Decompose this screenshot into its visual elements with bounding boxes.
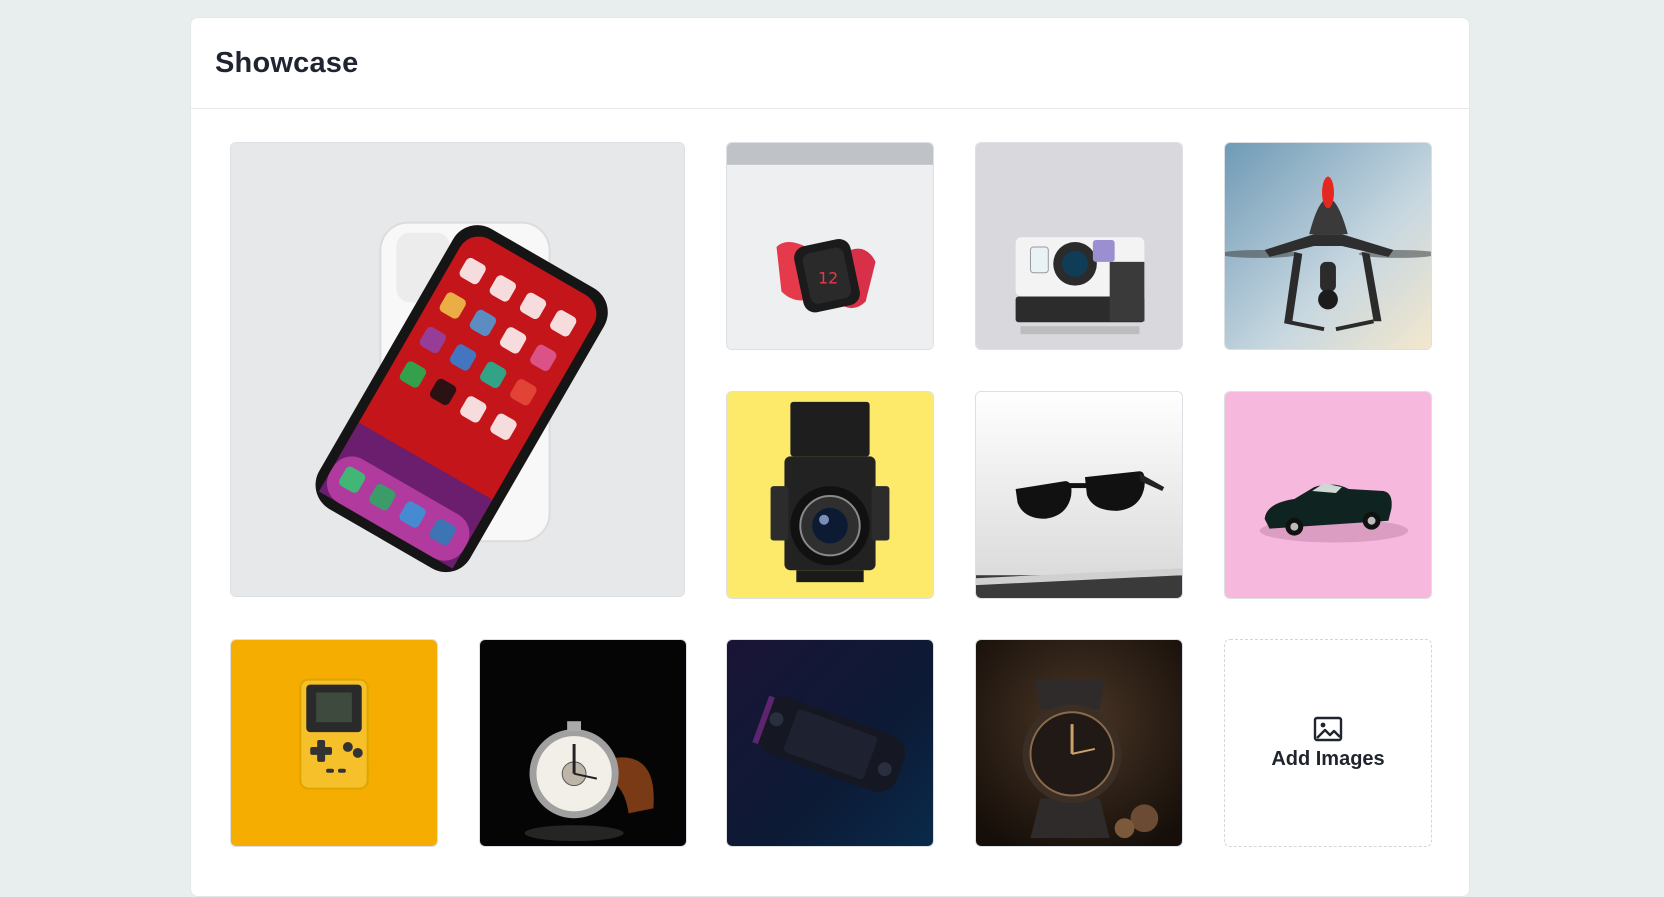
gallery-image-leather-watch[interactable] xyxy=(975,639,1183,847)
gallery-image-toy-car[interactable] xyxy=(1224,391,1432,599)
add-images-button[interactable]: Add Images xyxy=(1224,639,1432,847)
gallery-image-phone[interactable] xyxy=(230,142,685,597)
gallery-image-medium-format-camera[interactable] xyxy=(726,391,934,599)
card-header: Showcase xyxy=(191,18,1469,109)
svg-text:12: 12 xyxy=(818,269,838,288)
gallery-image-instant-camera[interactable] xyxy=(975,142,1183,350)
showcase-card: Showcase 12 Add Images xyxy=(190,17,1470,897)
gallery-image-gaming-handheld[interactable] xyxy=(726,639,934,847)
gallery-image-sunglasses[interactable] xyxy=(975,391,1183,599)
gallery-image-chronograph-watch[interactable] xyxy=(479,639,687,847)
gallery-image-smartwatch[interactable]: 12 xyxy=(726,142,934,350)
image-icon xyxy=(1313,716,1343,741)
page-title: Showcase xyxy=(215,46,359,79)
gallery-image-handheld-console[interactable] xyxy=(230,639,438,847)
add-images-label: Add Images xyxy=(1271,747,1385,770)
gallery-image-drone[interactable] xyxy=(1224,142,1432,350)
